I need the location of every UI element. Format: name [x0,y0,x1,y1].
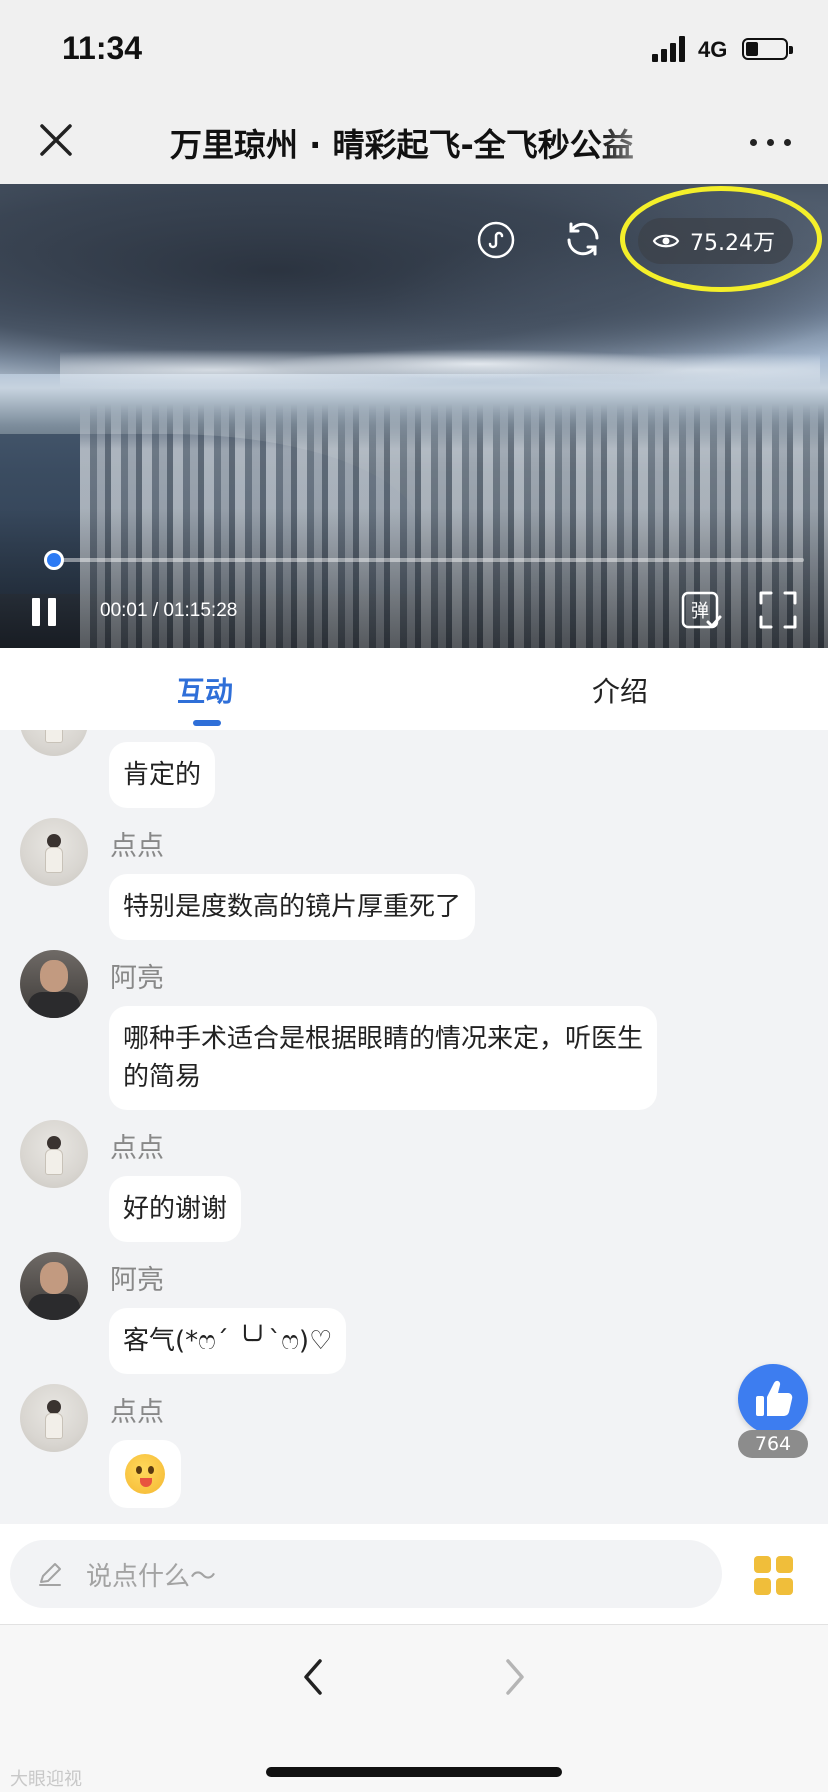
pause-icon[interactable] [30,598,60,628]
tab-bar: 互动 介绍 [0,648,828,730]
nav-bar: 万里琼州 · 晴彩起飞-全飞秒公益 [0,100,828,184]
avatar[interactable] [20,950,88,1018]
message-text: 客气(*ෆ´ ╰╯`ෆ)♡ [123,1326,333,1356]
nickname: 点点 [110,1133,164,1164]
nickname: 点点 [110,831,164,862]
home-indicator[interactable] [266,1767,562,1777]
message-bubble[interactable]: 好的谢谢 [109,1176,242,1242]
message-bubble[interactable]: 客气(*ෆ´ ╰╯`ෆ)♡ [109,1308,347,1374]
message-text: 肯定的 [123,760,202,790]
like-button[interactable] [738,1364,808,1434]
progress-handle[interactable] [44,550,64,570]
apps-grid-icon[interactable] [754,1556,794,1596]
message-bubble[interactable] [109,1440,181,1508]
avatar[interactable] [20,1120,88,1188]
close-icon[interactable] [36,120,76,160]
tab-active-indicator [193,720,221,726]
tongue-out-emoji-icon [125,1454,165,1494]
progress-bar[interactable] [54,558,804,562]
message-text-line: 的简易 [123,1062,202,1092]
avatar[interactable] [20,1252,88,1320]
message-bubble[interactable]: 肯定的 [109,742,216,808]
watermark: 大眼迎视 [10,1769,82,1790]
forward-arrow-icon[interactable] [500,1655,530,1699]
message-text: 好的谢谢 [123,1194,228,1224]
chat-list[interactable]: 肯定的 点点 特别是度数高的镜片厚重死了 阿亮 哪种手术适合是根据眼睛的情况来定… [0,730,828,1524]
highlight-annotation [620,186,822,292]
fullscreen-icon[interactable] [758,590,798,630]
battery-icon [742,38,793,60]
thumbs-up-icon [756,1380,793,1416]
browser-nav-bar: 大眼迎视 [0,1624,828,1792]
nickname: 点点 [110,1397,164,1428]
danmu-toggle-icon[interactable]: 弹 [680,590,722,632]
playback-time: 00:01 / 01:15:28 [100,600,238,621]
comment-input-placeholder: 说点什么～ [86,1562,217,1592]
video-player[interactable]: 75.24万 00:01 / 01:15:28 弹 [0,184,828,648]
status-bar: 11:34 4G [0,0,828,100]
danmu-label: 弹 [691,601,709,622]
message-text: 特别是度数高的镜片厚重死了 [123,892,462,922]
refresh-icon[interactable] [562,218,604,260]
message-text-line: 哪种手术适合是根据眼睛的情况来定，听医生 [123,1024,644,1054]
avatar[interactable] [20,818,88,886]
page-title: 万里琼州 · 晴彩起飞-全飞秒公益 [170,126,634,164]
input-bar: 说点什么～ [0,1524,828,1624]
nickname: 阿亮 [110,963,164,994]
network-label: 4G [698,37,728,62]
avatar[interactable] [20,1384,88,1452]
avatar[interactable] [20,730,88,756]
signal-icon [652,36,688,62]
message-bubble[interactable]: 哪种手术适合是根据眼睛的情况来定，听医生 的简易 [109,1006,658,1110]
tab-interaction[interactable]: 互动 [177,670,233,710]
message-bubble[interactable]: 特别是度数高的镜片厚重死了 [109,874,476,940]
mini-program-icon[interactable] [476,220,516,260]
tab-introduction[interactable]: 介绍 [592,670,648,710]
pen-icon [39,1563,61,1586]
like-count: 764 [738,1430,808,1458]
back-arrow-icon[interactable] [298,1655,328,1699]
more-icon[interactable] [750,130,794,154]
status-time: 11:34 [62,30,143,66]
comment-input[interactable]: 说点什么～ [10,1540,722,1608]
nickname: 阿亮 [110,1265,164,1296]
